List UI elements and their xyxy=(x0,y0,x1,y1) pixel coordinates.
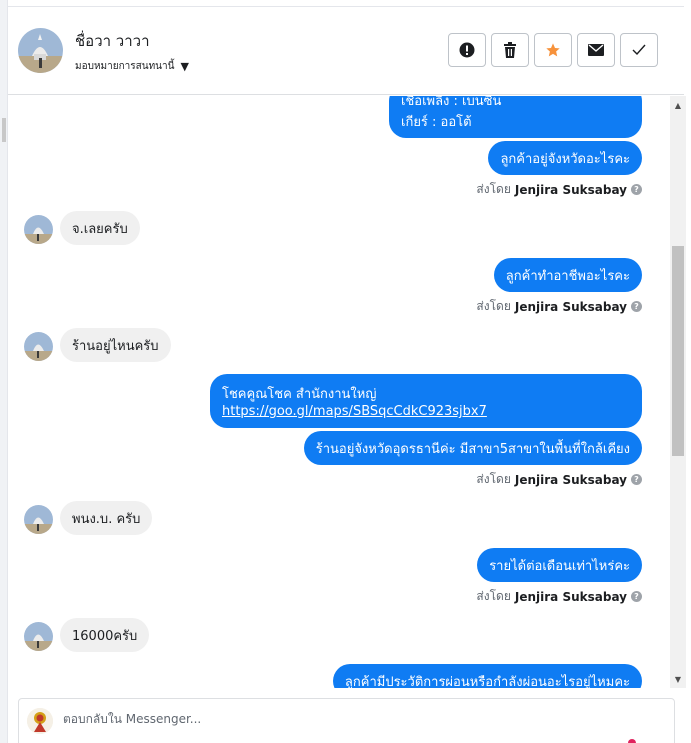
trash-icon xyxy=(504,42,516,58)
sender-name: Jenjira Suksabay xyxy=(514,472,627,487)
sent-by-label: ส่งโดย Jenjira Suksabay ? xyxy=(476,297,642,316)
outgoing-message: รายได้ต่อเดือนเท่าไหร่คะ xyxy=(477,548,642,582)
reply-input[interactable] xyxy=(63,712,623,726)
sent-by-prefix: ส่งโดย xyxy=(476,589,511,603)
message-text: ร้านอยู่ไหนครับ xyxy=(72,338,159,354)
sent-by-prefix: ส่งโดย xyxy=(476,182,511,196)
conversation-header: ชื่อวา วาวา มอบหมายการสนทนานี้ ▼ xyxy=(8,7,684,95)
message-line: โชคคูณโชค สำนักงานใหญ่ xyxy=(222,387,377,402)
scroll-down-arrow-icon[interactable]: ▼ xyxy=(670,672,686,686)
envelope-icon xyxy=(588,44,604,56)
outgoing-message: ลูกค้าทำอาชีพอะไรคะ xyxy=(493,258,642,292)
sender-name: Jenjira Suksabay xyxy=(514,182,627,197)
question-icon[interactable]: ? xyxy=(631,474,642,485)
incoming-message: 16000ครับ xyxy=(60,618,150,652)
sender-name: Jenjira Suksabay xyxy=(514,589,627,604)
chat-scrollbar[interactable]: ▲ ▼ xyxy=(670,96,686,688)
report-button[interactable] xyxy=(448,33,486,67)
sent-by-label: ส่งโดย Jenjira Suksabay ? xyxy=(476,587,642,606)
message-line: เกียร์ : ออโต้ xyxy=(401,115,472,130)
mark-unread-button[interactable] xyxy=(577,33,615,67)
scroll-up-arrow-icon[interactable]: ▲ xyxy=(670,98,686,112)
question-icon[interactable]: ? xyxy=(631,184,642,195)
scroll-thumb[interactable] xyxy=(672,246,684,456)
message-thread[interactable]: เชื้อเพลิง : เบนซิน เกียร์ : ออโต้ ลูกค้… xyxy=(8,96,670,688)
mark-done-button[interactable] xyxy=(620,33,658,67)
message-text: รายได้ต่อเดือนเท่าไหร่คะ xyxy=(489,558,630,574)
message-text: 16000ครับ xyxy=(72,628,138,644)
sent-by-label: ส่งโดย Jenjira Suksabay ? xyxy=(476,180,642,199)
sent-by-prefix: ส่งโดย xyxy=(476,299,511,313)
sender-name: Jenjira Suksabay xyxy=(514,299,627,314)
contact-avatar-small xyxy=(24,215,53,244)
outgoing-message: ลูกค้ามีประวัติการผ่อนหรือกำลังผ่อนอะไรอ… xyxy=(332,664,642,689)
message-text: ร้านอยู่จังหวัดอุดรธานีค่ะ มีสาขา5สาขาใน… xyxy=(315,441,630,457)
heart-icon[interactable] xyxy=(628,739,636,743)
left-panel-edge xyxy=(0,0,8,743)
delete-button[interactable] xyxy=(491,33,529,67)
outgoing-message: ร้านอยู่จังหวัดอุดรธานีค่ะ มีสาขา5สาขาใน… xyxy=(303,431,642,465)
message-text: ลูกค้าทำอาชีพอะไรคะ xyxy=(505,268,630,284)
contact-name: ชื่อวา วาวา xyxy=(75,32,150,50)
page-avatar xyxy=(27,708,53,734)
contact-avatar[interactable] xyxy=(18,28,63,73)
message-text: ลูกค้ามีประวัติการผ่อนหรือกำลังผ่อนอะไรอ… xyxy=(344,674,630,689)
outgoing-message: ลูกค้าอยู่จังหวัดอะไรคะ xyxy=(488,141,642,175)
message-text: ลูกค้าอยู่จังหวัดอะไรคะ xyxy=(500,151,630,167)
header-actions xyxy=(448,33,658,67)
message-text: พนง.บ. ครับ xyxy=(72,511,141,527)
outgoing-message: โชคคูณโชค สำนักงานใหญ่ https://goo.gl/ma… xyxy=(210,374,642,428)
question-icon[interactable]: ? xyxy=(631,591,642,602)
star-button[interactable] xyxy=(534,33,572,67)
contact-avatar-small xyxy=(24,622,53,651)
message-text: จ.เลยครับ xyxy=(72,221,128,237)
incoming-message: จ.เลยครับ xyxy=(60,211,140,245)
exclamation-icon xyxy=(459,42,475,58)
star-icon xyxy=(546,43,560,57)
message-line: เชื้อเพลิง : เบนซิน xyxy=(401,96,502,109)
outgoing-message: เชื้อเพลิง : เบนซิน เกียร์ : ออโต้ xyxy=(389,96,642,138)
reply-composer xyxy=(18,698,675,743)
assign-conversation-dropdown[interactable]: มอบหมายการสนทนานี้ ▼ xyxy=(75,59,189,74)
incoming-message: พนง.บ. ครับ xyxy=(60,501,153,535)
sent-by-prefix: ส่งโดย xyxy=(476,472,511,486)
sent-by-label: ส่งโดย Jenjira Suksabay ? xyxy=(476,470,642,489)
incoming-message: ร้านอยู่ไหนครับ xyxy=(60,328,171,362)
caret-down-icon: ▼ xyxy=(180,60,189,73)
assign-label: มอบหมายการสนทนานี้ xyxy=(75,61,175,72)
question-icon[interactable]: ? xyxy=(631,301,642,312)
maps-link[interactable]: https://goo.gl/maps/SBSqcCdkC923sjbx7 xyxy=(222,404,630,419)
contact-avatar-small xyxy=(24,332,53,361)
check-icon xyxy=(632,44,646,56)
contact-avatar-small xyxy=(24,505,53,534)
